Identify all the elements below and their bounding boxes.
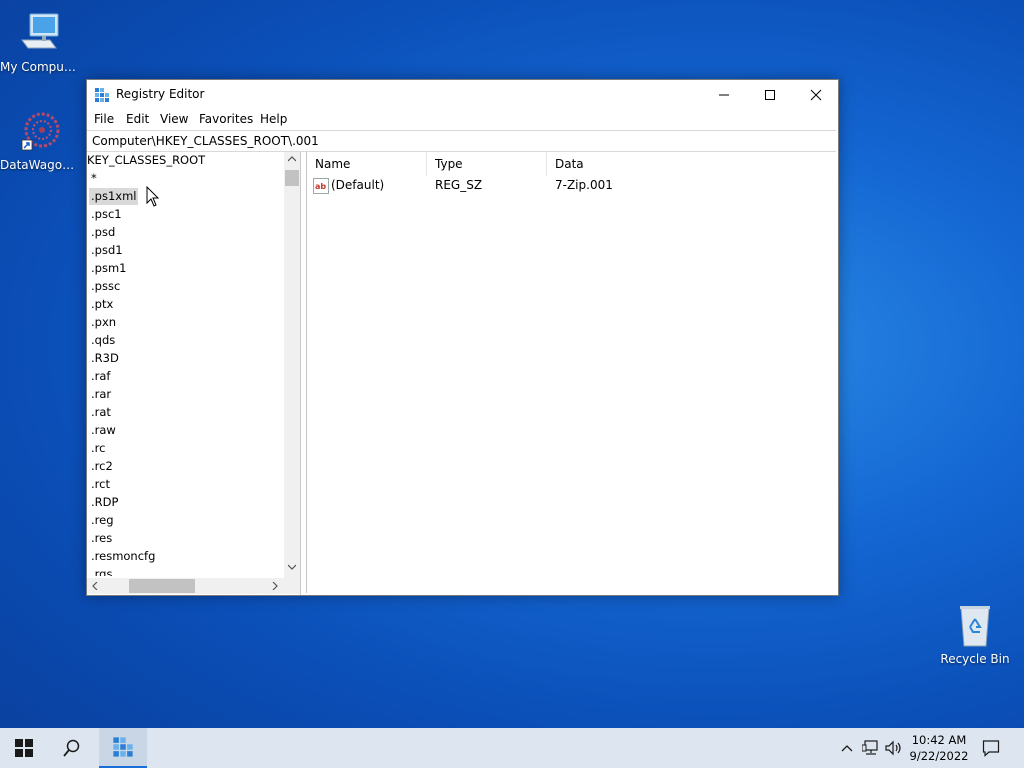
- taskbar-registry-editor[interactable]: [99, 728, 147, 768]
- column-header-data[interactable]: Data: [547, 152, 837, 176]
- tree-item[interactable]: .psd: [89, 224, 117, 241]
- tree-item[interactable]: *: [89, 170, 99, 187]
- string-value-icon: ab: [313, 178, 329, 194]
- menu-help[interactable]: Help: [260, 112, 287, 126]
- tree-item[interactable]: .raw: [89, 422, 118, 439]
- tree-item[interactable]: .rct: [89, 476, 112, 493]
- network-icon: [862, 740, 878, 755]
- tree-item[interactable]: .psc1: [89, 206, 124, 223]
- value-data: 7-Zip.001: [555, 178, 613, 192]
- tree-item[interactable]: .rar: [89, 386, 113, 403]
- address-path: Computer\HKEY_CLASSES_ROOT\.001: [92, 134, 319, 148]
- tree-item[interactable]: .reg: [89, 512, 116, 529]
- title-bar[interactable]: Registry Editor: [87, 80, 838, 109]
- clock-date: 9/22/2022: [909, 749, 969, 763]
- tree-item[interactable]: .psm1: [89, 260, 128, 277]
- taskbar: 10:42 AM 9/22/2022: [0, 728, 1024, 768]
- tree-item[interactable]: .qds: [89, 332, 117, 349]
- maximize-button[interactable]: [747, 80, 793, 109]
- menu-file[interactable]: File: [94, 112, 114, 126]
- desktop-icon-datawagon[interactable]: DataWagon...: [0, 108, 80, 172]
- value-type: REG_SZ: [435, 178, 483, 192]
- tree-item[interactable]: .raf: [89, 368, 112, 385]
- computer-icon: [16, 10, 64, 58]
- chevron-up-icon: [841, 745, 853, 752]
- tree-item[interactable]: .RDP: [89, 494, 120, 511]
- desktop-icon-my-computer[interactable]: My Computer: [0, 10, 80, 74]
- datawagon-shortcut-icon: [16, 108, 64, 156]
- horizontal-scroll-thumb[interactable]: [129, 579, 195, 593]
- minimize-button[interactable]: [701, 80, 747, 109]
- clock-time: 10:42 AM: [911, 733, 967, 747]
- value-row[interactable]: ab (Default) REG_SZ 7-Zip.001: [307, 176, 837, 196]
- menu-edit[interactable]: Edit: [126, 112, 149, 126]
- tree-item[interactable]: .rc: [89, 440, 107, 457]
- close-button[interactable]: [793, 80, 839, 109]
- column-header-name[interactable]: Name: [307, 152, 427, 176]
- recycle-bin-icon: [951, 602, 999, 650]
- notification-icon: [982, 740, 1000, 757]
- desktop-icon-label: My Computer: [0, 60, 80, 74]
- desktop-icon-label: DataWagon...: [0, 158, 80, 172]
- window-title: Registry Editor: [116, 87, 205, 101]
- scroll-right-icon[interactable]: [272, 582, 278, 590]
- desktop-icon-label: Recycle Bin: [940, 652, 1010, 666]
- minimize-icon: [719, 94, 729, 95]
- column-header-type[interactable]: Type: [427, 152, 547, 176]
- mouse-cursor-icon: [146, 186, 160, 207]
- show-hidden-icons-button[interactable]: [838, 728, 856, 768]
- vertical-scroll-thumb[interactable]: [285, 170, 299, 186]
- tree-root-key[interactable]: KEY_CLASSES_ROOT: [87, 152, 207, 169]
- tree-item[interactable]: .rc2: [89, 458, 115, 475]
- tree-item[interactable]: .ptx: [89, 296, 115, 313]
- taskbar-clock[interactable]: 10:42 AM 9/22/2022: [904, 732, 974, 764]
- network-button[interactable]: [860, 728, 882, 768]
- tree-item[interactable]: .R3D: [89, 350, 121, 367]
- registry-editor-window: Registry Editor File Edit View Favorites…: [86, 79, 839, 596]
- tree-item[interactable]: .psd1: [89, 242, 125, 259]
- scroll-down-icon[interactable]: [288, 564, 296, 570]
- tree-item[interactable]: .resmoncfg: [89, 548, 157, 565]
- tree-item[interactable]: .rgs: [89, 566, 114, 576]
- address-bar[interactable]: Computer\HKEY_CLASSES_ROOT\.001: [87, 130, 836, 152]
- menu-bar: File Edit View Favorites Help: [87, 109, 838, 129]
- tree-item[interactable]: .rat: [89, 404, 113, 421]
- windows-logo-icon: [15, 739, 33, 757]
- start-button[interactable]: [0, 728, 48, 768]
- scrollbar-corner: [284, 578, 300, 594]
- search-button[interactable]: [48, 728, 96, 768]
- menu-favorites[interactable]: Favorites: [199, 112, 253, 126]
- tree-vertical-scrollbar[interactable]: [284, 152, 300, 578]
- values-list-pane[interactable]: Name Type Data ab (Default) REG_SZ 7-Zip…: [306, 152, 837, 593]
- desktop-icon-recycle-bin[interactable]: Recycle Bin: [935, 602, 1015, 666]
- tree-item[interactable]: .pxn: [89, 314, 118, 331]
- key-tree-pane[interactable]: KEY_CLASSES_ROOT * .ps1xml .psc1 .psd .p…: [87, 152, 301, 595]
- notifications-button[interactable]: [978, 728, 1004, 768]
- registry-editor-icon: [113, 737, 133, 757]
- tree-item[interactable]: .pssc: [89, 278, 122, 295]
- volume-button[interactable]: [884, 728, 904, 768]
- svg-text:ab: ab: [315, 182, 326, 191]
- tree-item-selected[interactable]: .ps1xml: [89, 188, 139, 205]
- menu-view[interactable]: View: [160, 112, 188, 126]
- scroll-left-icon[interactable]: [92, 582, 98, 590]
- close-icon: [810, 89, 822, 100]
- scroll-up-icon[interactable]: [288, 156, 296, 162]
- value-name: (Default): [331, 178, 385, 192]
- maximize-icon: [765, 89, 775, 100]
- tree-item[interactable]: .res: [89, 530, 114, 547]
- speaker-icon: [885, 740, 901, 756]
- registry-editor-icon: [94, 87, 110, 103]
- tree-horizontal-scrollbar[interactable]: [87, 578, 284, 594]
- search-icon: [63, 739, 80, 757]
